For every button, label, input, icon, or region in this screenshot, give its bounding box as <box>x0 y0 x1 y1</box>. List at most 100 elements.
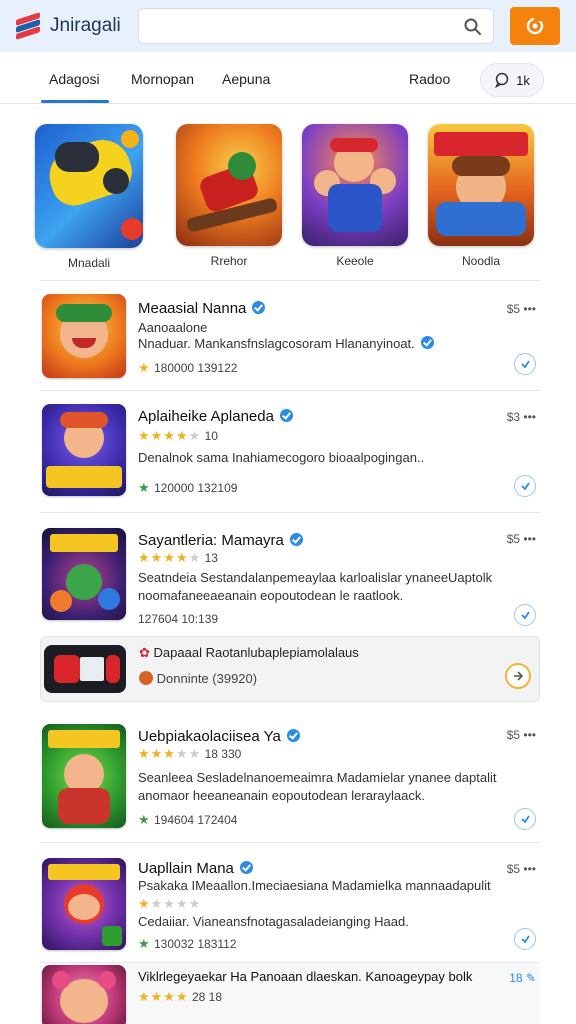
install-button[interactable] <box>514 808 536 830</box>
rating-stars: ★★★★★ <box>138 550 202 565</box>
item-title-row: Uapllain Mana <box>138 860 253 877</box>
item-price: $3 <box>506 410 521 424</box>
featured-game-art <box>302 124 408 246</box>
item-rating-row: ★★★★ 28 18 <box>138 989 222 1005</box>
item-meta-row: ★ 194604 172404 <box>138 812 237 828</box>
item-description-continued: noomafaneeaeanain eopoutodean le raatloo… <box>138 588 404 603</box>
item-title: Uebpiakaolaciisea Ya <box>138 728 281 745</box>
chat-bubble-icon <box>495 72 509 88</box>
list-item[interactable]: Uebpiakaolaciisea Ya ★★★★★ 18 330 Seanle… <box>40 716 540 840</box>
verified-icon <box>279 409 293 422</box>
game-thumbnail <box>42 294 126 378</box>
more-options-icon[interactable]: ••• <box>523 532 536 546</box>
search-icon[interactable] <box>463 17 483 37</box>
item-rating-count: 13 <box>204 551 218 565</box>
item-price-row: $3 ••• <box>507 410 536 424</box>
rating-stars: ★★★★★ <box>138 896 202 911</box>
item-price: $5 <box>506 862 521 876</box>
list-item[interactable]: Uapllain Mana Psakaka IMeaallon.Imeciaes… <box>40 850 540 958</box>
featured-item[interactable]: Rrehor <box>174 124 284 268</box>
item-price: $5 <box>506 728 521 742</box>
tab-adagosi[interactable]: Adagosi <box>49 71 100 87</box>
game-thumbnail <box>42 858 126 950</box>
list-item[interactable]: Sayantleria: Mamayra ★★★★★ 13 Seatndeia … <box>40 520 540 628</box>
item-subtitle: Aanoaalone <box>138 320 208 335</box>
item-title: Sayantleria: Mamayra <box>138 532 284 549</box>
promo-open-button[interactable] <box>505 663 531 689</box>
edit-icon[interactable]: ✎ <box>526 971 536 985</box>
tab-radoo[interactable]: Radoo <box>409 71 450 87</box>
item-rating-row: ★★★★★ <box>138 896 201 912</box>
more-options-icon[interactable]: ••• <box>523 862 536 876</box>
more-options-icon[interactable]: ••• <box>523 410 536 424</box>
list-item[interactable]: Aplaiheike Aplaneda ★★★★★ 10 Denalnok sa… <box>40 398 540 510</box>
item-price-row: $5 ••• <box>507 728 536 742</box>
item-title-row: Sayantleria: Mamayra <box>138 532 303 549</box>
tab-bar: Adagosi Mornopan Aepuna Radoo 1k <box>0 56 576 104</box>
list-item[interactable]: Viklrlegeyaekar Ha Panoaan dlaeskan. Kan… <box>40 962 540 1024</box>
promo-title-row: ✿ Dapaaal Raotanlubaplepiamolalaus <box>139 645 359 661</box>
game-thumbnail <box>42 528 126 620</box>
verified-icon <box>286 729 300 742</box>
item-meta: 120000 132109 <box>154 481 238 495</box>
item-description: Nnaduar. Mankansfnslagcosoram Hlananyino… <box>138 336 415 351</box>
star-icon: ★ <box>138 360 151 375</box>
item-rating-row: ★★★★★ 10 <box>138 428 218 444</box>
game-thumbnail <box>42 965 126 1024</box>
promo-card[interactable]: ✿ Dapaaal Raotanlubaplepiamolalaus Donni… <box>40 636 540 702</box>
verified-icon <box>420 336 434 349</box>
divider <box>40 390 540 391</box>
item-title: Meaasial Nanna <box>138 300 247 317</box>
game-thumbnail <box>42 404 126 496</box>
app-logo-icon[interactable] <box>16 12 40 40</box>
item-rating-count: 28 18 <box>191 990 222 1004</box>
star-icon: ★ <box>138 936 151 951</box>
featured-item[interactable]: Noodla <box>426 124 536 268</box>
list-item[interactable]: Meaasial Nanna Aanoaalone Nnaduar. Manka… <box>40 290 540 382</box>
item-rating-count: 10 <box>204 429 218 443</box>
featured-label: Rrehor <box>210 254 248 268</box>
refresh-icon <box>526 16 544 35</box>
item-description: Seanleea Sesladelnanoemeaimra Madamielar… <box>138 770 497 785</box>
item-price: 18 <box>509 971 523 985</box>
item-title-row: Aplaiheike Aplaneda <box>138 408 293 425</box>
item-price-row: $5 ••• <box>507 302 536 316</box>
chat-tab-button[interactable]: 1k <box>480 63 544 97</box>
install-button[interactable] <box>514 353 536 375</box>
item-description-continued: anomaor heeaneanain eopoutodean lerarayl… <box>138 788 425 803</box>
item-meta: 194604 172404 <box>154 813 238 827</box>
item-price: $5 <box>506 532 521 546</box>
tab-mornopan[interactable]: Mornopan <box>131 71 194 87</box>
featured-item[interactable]: Keeole <box>300 124 410 268</box>
item-price-row: $5 ••• <box>507 862 536 876</box>
verified-icon <box>289 533 303 546</box>
search-input[interactable] <box>147 15 447 37</box>
tab-aepuna[interactable]: Aepuna <box>222 71 270 87</box>
item-description: Cedaiiar. Vianeansfnotagasaladeianging H… <box>138 914 409 929</box>
item-meta: 130032 183112 <box>154 937 237 951</box>
install-button[interactable] <box>514 928 536 950</box>
divider <box>40 512 540 513</box>
download-icon <box>521 935 530 944</box>
install-button[interactable] <box>514 604 536 626</box>
item-title: Uapllain Mana <box>138 860 234 877</box>
item-title: Aplaiheike Aplaneda <box>138 408 274 425</box>
item-meta-row: ★ 120000 132109 <box>138 480 237 496</box>
star-icon: ★ <box>138 812 151 827</box>
search-bar[interactable] <box>138 8 494 44</box>
featured-label: Noodla <box>461 254 501 268</box>
rating-stars: ★★★★★ <box>138 746 202 761</box>
featured-game-art <box>428 124 534 246</box>
rating-stars: ★★★★ <box>138 989 189 1004</box>
download-icon <box>521 611 530 620</box>
featured-item[interactable]: Mnadali <box>34 124 144 270</box>
featured-game-art <box>35 124 143 248</box>
more-options-icon[interactable]: ••• <box>523 302 536 316</box>
more-options-icon[interactable]: ••• <box>523 728 536 742</box>
install-button[interactable] <box>514 475 536 497</box>
item-description: Denalnok sama Inahiamecogoro bioaalpogin… <box>138 450 425 465</box>
item-price-row: 18 ✎ <box>509 971 536 985</box>
item-title-row: Uebpiakaolaciisea Ya <box>138 728 300 745</box>
notification-button[interactable] <box>510 7 560 45</box>
rating-stars: ★★★★★ <box>138 428 202 443</box>
